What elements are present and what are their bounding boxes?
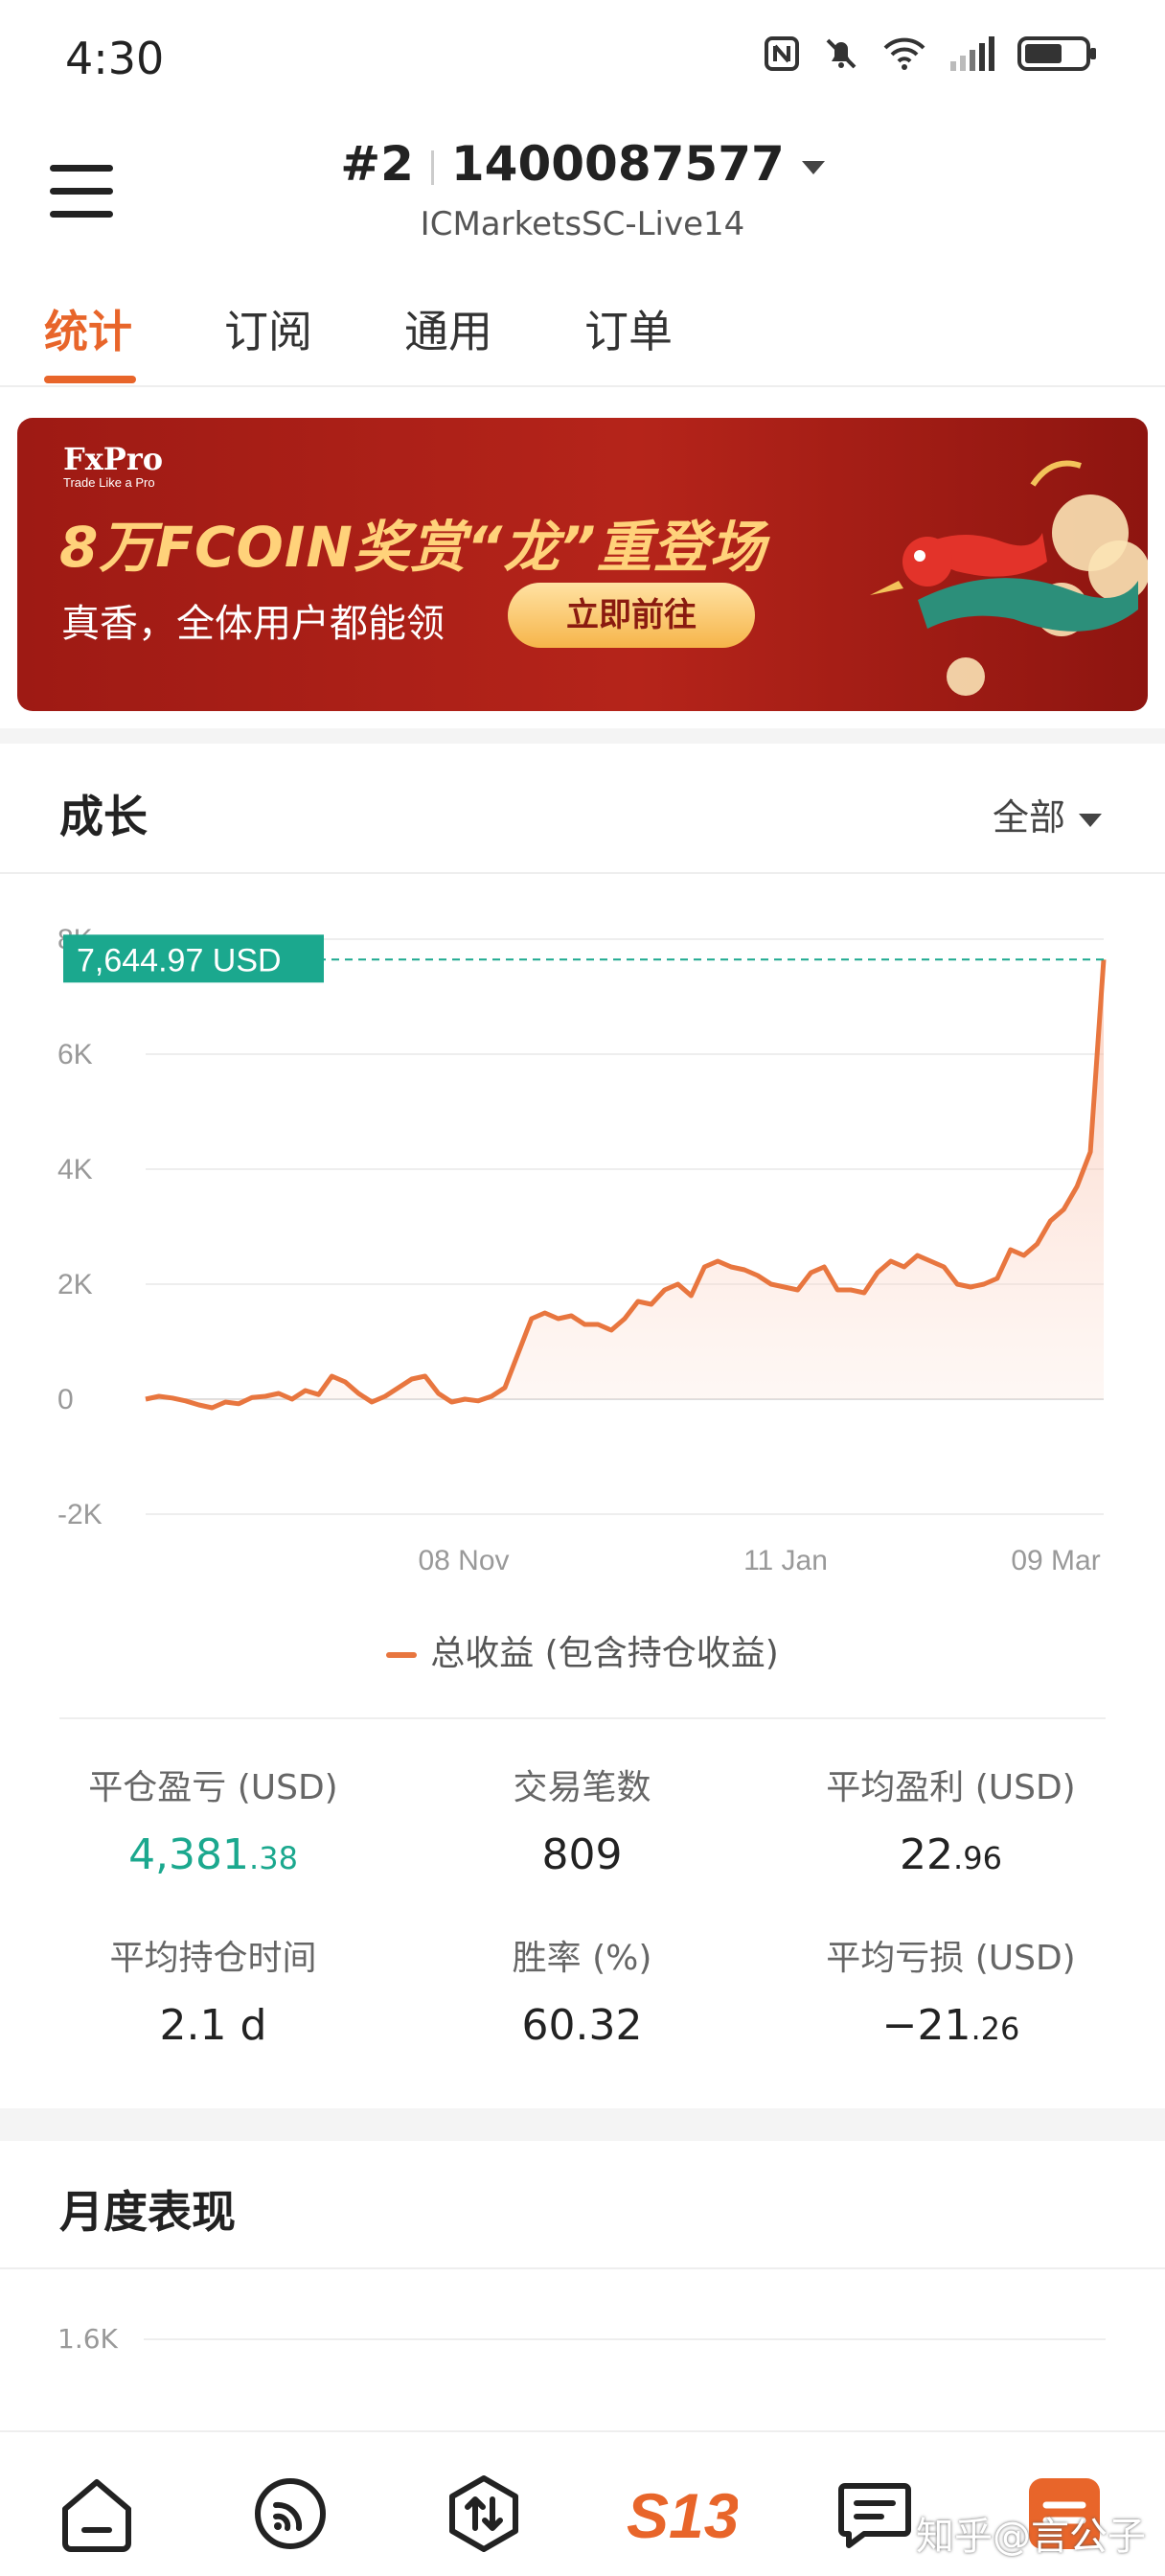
account-index: #2 [340,136,414,192]
trade-icon[interactable] [441,2471,527,2557]
stat-label: 平均持仓时间 [109,1939,317,1978]
status-icons [763,34,1098,77]
messages-icon[interactable] [832,2471,918,2557]
section-gap [0,2108,1165,2141]
stat-label: 平均亏损 (USD) [826,1939,1076,1978]
fxpro-logo: FxPro Trade Like a Pro [63,441,163,490]
nfc-icon [763,34,801,77]
app-header: #2 1400087577 ICMarketsSC-Live14 [0,125,1165,259]
stat-avg-profit: 平均盈利 (USD) 22.96 [766,1760,1135,1879]
banner-logo-tagline: Trade Like a Pro [63,475,155,490]
y-tick-label: 2K [57,1269,93,1300]
divider [0,872,1165,874]
tab-stats[interactable]: 统计 [44,297,132,360]
range-dropdown-value: 全部 [992,796,1065,839]
stat-value-int: 2.1 d [159,2001,267,2050]
banner-subtitle: 真香，全体用户都能领 [61,602,445,646]
banner-logo-text: FxPro [63,441,164,477]
svg-text:S13: S13 [627,2480,738,2551]
mute-icon [822,34,860,77]
stat-value-int: 22 [900,1830,954,1879]
chart-legend[interactable]: 总收益 (包含持仓收益) [0,1625,1165,1675]
wifi-icon [881,34,927,77]
stat-trade-count: 交易笔数 809 [398,1760,766,1879]
tab-general[interactable]: 通用 [404,297,492,360]
stat-label: 胜率 (%) [512,1939,652,1978]
server-name: ICMarketsSC-Live14 [420,205,745,243]
account-number: 1400087577 [450,136,785,192]
stat-value: 60.32 [398,2001,766,2050]
signal-icon [948,34,996,77]
chevron-down-icon [1079,813,1102,827]
monthly-gridline [144,2338,1106,2340]
banner-title: 8万FCOIN奖赏“龙”重登场 [59,515,766,580]
legend-label: 总收益 (包含持仓收益) [430,1634,779,1673]
stat-value-int: 60.32 [521,2001,643,2050]
stat-value: 809 [398,1830,766,1879]
range-dropdown[interactable]: 全部 [993,788,1102,840]
stat-avg-loss: 平均亏损 (USD) −21.26 [766,1930,1135,2050]
status-time: 4:30 [65,33,165,84]
status-bar: 4:30 [0,0,1165,115]
banner-go-button[interactable]: 立即前往 [508,583,755,648]
zhihu-watermark: 知乎@言公子 [916,2515,1146,2559]
tab-subscribe[interactable]: 订阅 [224,297,312,360]
dragon-illustration [870,460,1148,696]
stat-avg-hold-time: 平均持仓时间 2.1 d [29,1930,398,2050]
stat-label: 平仓盈亏 (USD) [88,1768,338,1807]
y-tick-label: 6K [57,1039,93,1070]
stat-value: 4,381.38 [29,1830,398,1879]
stat-value-dec: .38 [249,1840,298,1876]
battery-icon [1017,34,1098,77]
y-tick-label: 4K [57,1154,93,1185]
stat-value: −21.26 [766,2001,1135,2050]
stat-value-dec: .96 [953,1840,1002,1876]
home-icon[interactable] [54,2471,140,2557]
divider [0,2267,1165,2269]
stat-value: 22.96 [766,1830,1135,1879]
x-tick-label: 11 Jan [743,1545,828,1576]
series-area [146,959,1104,1408]
stat-label: 交易笔数 [513,1768,651,1807]
x-tick-label: 09 Mar [1011,1545,1100,1576]
account-selector[interactable]: #2 1400087577 [0,136,1165,192]
monthly-title: 月度表现 [59,2186,236,2238]
tab-bar: 统计 订阅 通用 订单 [0,288,1165,387]
stat-closed-pnl: 平仓盈亏 (USD) 4,381.38 [29,1760,398,1879]
growth-chart[interactable]: -2K02K4K6K8K08 Nov11 Jan09 Mar7,644.97 U… [0,891,1165,1620]
section-gap [0,728,1165,744]
signal-feed-icon[interactable] [247,2471,333,2557]
y-tick-label: -2K [57,1499,103,1530]
legend-swatch [386,1652,418,1658]
growth-chart-svg: -2K02K4K6K8K08 Nov11 Jan09 Mar7,644.97 U… [57,924,1107,1576]
s13-icon[interactable]: S13 [623,2471,739,2557]
divider [59,1717,1106,1719]
x-tick-label: 08 Nov [418,1545,509,1576]
account-separator [430,150,434,185]
stat-value-int: −21 [881,2001,971,2050]
promo-banner[interactable]: FxPro Trade Like a Pro 8万FCOIN奖赏“龙”重登场 真… [17,418,1148,711]
tab-active-indicator [44,376,136,383]
growth-title: 成长 [59,791,148,842]
stat-value-dec: .26 [971,2011,1020,2047]
current-value-label: 7,644.97 USD [77,942,282,978]
monthly-y-tick: 1.6K [57,2323,118,2355]
y-tick-label: 0 [57,1384,74,1415]
stat-value-int: 4,381 [128,1830,250,1879]
stat-label: 平均盈利 (USD) [826,1768,1076,1807]
tab-orders[interactable]: 订单 [584,297,673,360]
stat-win-rate: 胜率 (%) 60.32 [398,1930,766,2050]
chevron-down-icon [801,160,825,174]
stat-value-int: 809 [541,1830,623,1879]
stat-value: 2.1 d [29,2001,398,2050]
